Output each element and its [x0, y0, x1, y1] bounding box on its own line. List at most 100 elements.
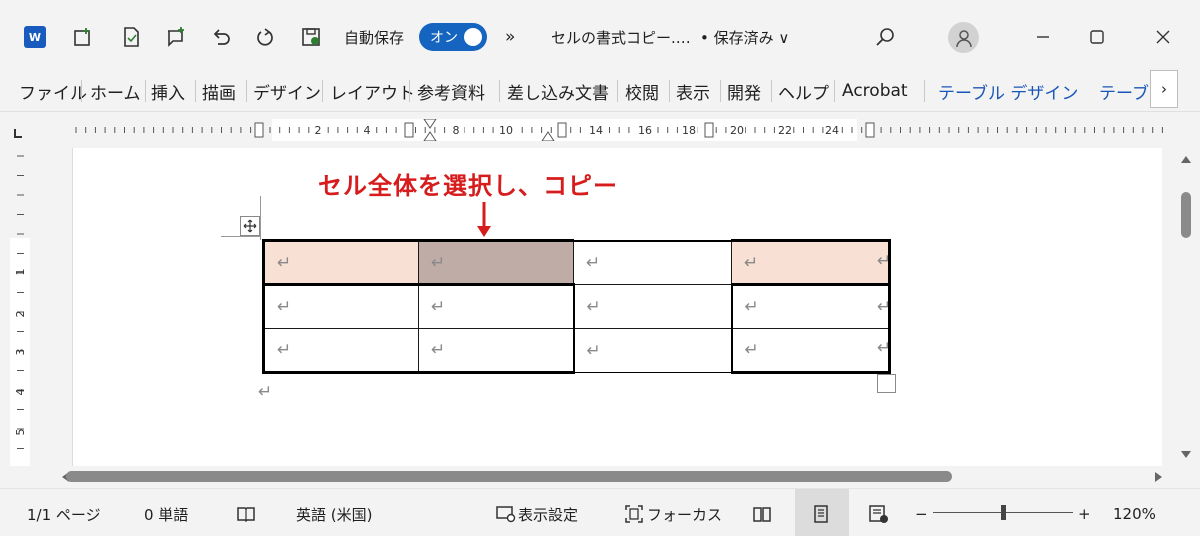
scroll-up-icon[interactable]: [1180, 154, 1192, 164]
ruler-label: 8: [453, 124, 460, 137]
search-icon[interactable]: [872, 24, 898, 50]
scroll-down-icon[interactable]: [1180, 450, 1192, 460]
table-row: ↵ ↵ ↵ ↵: [262, 284, 891, 329]
spelling-check-icon[interactable]: [236, 503, 256, 525]
document-check-icon[interactable]: [118, 24, 144, 50]
web-layout-icon[interactable]: [868, 503, 890, 525]
zoom-level[interactable]: 120%: [1113, 503, 1156, 525]
column-marker[interactable]: [254, 122, 264, 138]
focus-mode-button[interactable]: フォーカス: [624, 503, 722, 525]
autosave-toggle-label: オン: [430, 30, 458, 46]
table-cell[interactable]: ↵: [262, 284, 419, 329]
table-cell-selected[interactable]: ↵: [418, 239, 574, 286]
tab-draw[interactable]: 描画: [202, 78, 236, 104]
ribbon-tabs: ファイル ホーム 挿入 描画 デザイン レイアウト 参考資料 差し込み文書 校閲…: [0, 70, 1200, 112]
save-status[interactable]: • 保存済み ∨: [700, 24, 789, 50]
horizontal-ruler-area: 2 4 8 10 14 16 18 20 22 24: [0, 112, 1200, 148]
autosave-label: 自動保存: [344, 28, 405, 47]
tab-design[interactable]: デザイン: [253, 78, 321, 104]
table-move-handle-icon[interactable]: [240, 216, 260, 236]
tab-layout[interactable]: レイアウト: [330, 78, 415, 104]
tab-acrobat[interactable]: Acrobat: [842, 78, 908, 104]
cell-end-mark: ↵: [277, 297, 292, 317]
tab-separator: [669, 80, 670, 102]
cell-end-mark: ↵: [744, 340, 759, 360]
tab-home[interactable]: ホーム: [90, 78, 141, 104]
table-cell[interactable]: ↵: [573, 328, 732, 373]
comment-add-icon[interactable]: [163, 24, 189, 50]
ruler-label: 14: [589, 124, 603, 137]
new-document-icon[interactable]: [70, 24, 96, 50]
more-commands-button[interactable]: »: [505, 24, 515, 50]
tab-stop-selector-icon[interactable]: [12, 124, 24, 138]
word-count[interactable]: 0 単語: [144, 503, 188, 525]
tab-separator: [720, 80, 721, 102]
table-cell[interactable]: ↵: [730, 328, 891, 374]
horizontal-scroll-thumb[interactable]: [66, 471, 952, 482]
table-cell[interactable]: ↵: [730, 284, 891, 329]
close-icon[interactable]: [1150, 24, 1176, 50]
zoom-slider-thumb[interactable]: [1001, 505, 1006, 520]
tab-file[interactable]: ファイル: [19, 78, 87, 104]
table-cell[interactable]: ↵: [262, 239, 419, 286]
status-bar: 1/1 ページ 0 単語 英語 (米国) 表示設定 フォーカス − + 120%: [0, 488, 1200, 536]
table-cell[interactable]: ↵: [418, 284, 575, 329]
table-cell[interactable]: ↵: [731, 239, 891, 286]
vertical-scrollbar[interactable]: [1172, 148, 1200, 466]
table-cell[interactable]: ↵: [262, 328, 419, 374]
tab-separator: [81, 80, 82, 102]
undo-icon[interactable]: [208, 24, 234, 50]
cell-end-mark: ↵: [586, 252, 601, 273]
tab-separator: [771, 80, 772, 102]
cell-end-mark: ↵: [431, 252, 446, 273]
print-layout-icon[interactable]: [811, 503, 831, 525]
redo-icon[interactable]: [252, 24, 278, 50]
display-settings-icon: [496, 506, 516, 523]
vertical-ruler[interactable]: 1 2 3 4 5: [0, 148, 38, 466]
tab-help[interactable]: ヘルプ: [778, 78, 829, 104]
autosave-toggle[interactable]: オン: [419, 23, 487, 51]
column-marker[interactable]: [865, 122, 875, 138]
table-resize-handle-icon[interactable]: [877, 374, 896, 393]
account-avatar[interactable]: [948, 22, 979, 53]
column-marker[interactable]: [704, 122, 714, 138]
ribbon-scroll-right-button[interactable]: ›: [1150, 70, 1178, 108]
tab-table-layout[interactable]: テーブ: [1099, 78, 1149, 104]
vruler-label: 1: [14, 269, 27, 276]
cell-end-mark: ↵: [744, 297, 759, 317]
column-marker[interactable]: [557, 122, 567, 138]
tab-separator: [195, 80, 196, 102]
read-mode-icon[interactable]: [752, 503, 772, 525]
vruler-label: 5: [14, 429, 27, 436]
tab-review[interactable]: 校閲: [625, 78, 659, 104]
page-count[interactable]: 1/1 ページ: [27, 503, 101, 525]
tab-table-design[interactable]: テーブル デザイン: [938, 78, 1078, 104]
table-cell[interactable]: ↵: [418, 328, 575, 374]
table-cell[interactable]: ↵: [573, 284, 732, 329]
document-title[interactable]: セルの書式コピー.…: [551, 24, 691, 50]
horizontal-ruler[interactable]: 2 4 8 10 14 16 18 20 22 24: [72, 119, 1172, 141]
column-marker[interactable]: [404, 122, 414, 138]
tab-view[interactable]: 表示: [676, 78, 710, 104]
tab-insert[interactable]: 挿入: [151, 78, 185, 104]
tab-developer[interactable]: 開発: [727, 78, 761, 104]
title-bar: W 自動保存 オン » セルの書式コピー.… • 保存済み ∨: [0, 0, 1200, 70]
vertical-scroll-thumb[interactable]: [1181, 192, 1191, 238]
tab-references[interactable]: 参考資料: [417, 78, 485, 104]
cell-end-mark: ↵: [277, 252, 292, 273]
tab-separator: [924, 80, 925, 102]
table-cell[interactable]: ↵: [573, 239, 732, 285]
zoom-in-button[interactable]: +: [1078, 503, 1091, 525]
zoom-out-button[interactable]: −: [915, 503, 928, 525]
row-end-mark: ↵: [877, 251, 892, 271]
cell-end-mark: ↵: [431, 297, 446, 317]
scroll-right-icon[interactable]: [1154, 471, 1164, 483]
tab-mailings[interactable]: 差し込み文書: [507, 78, 609, 104]
language-indicator[interactable]: 英語 (米国): [296, 503, 372, 525]
maximize-icon[interactable]: [1084, 24, 1110, 50]
minimize-icon[interactable]: [1030, 24, 1056, 50]
save-sync-icon[interactable]: [298, 24, 324, 50]
display-settings-button[interactable]: 表示設定: [496, 503, 578, 525]
horizontal-scrollbar[interactable]: [38, 466, 1172, 488]
ruler-label: 24: [825, 124, 839, 137]
